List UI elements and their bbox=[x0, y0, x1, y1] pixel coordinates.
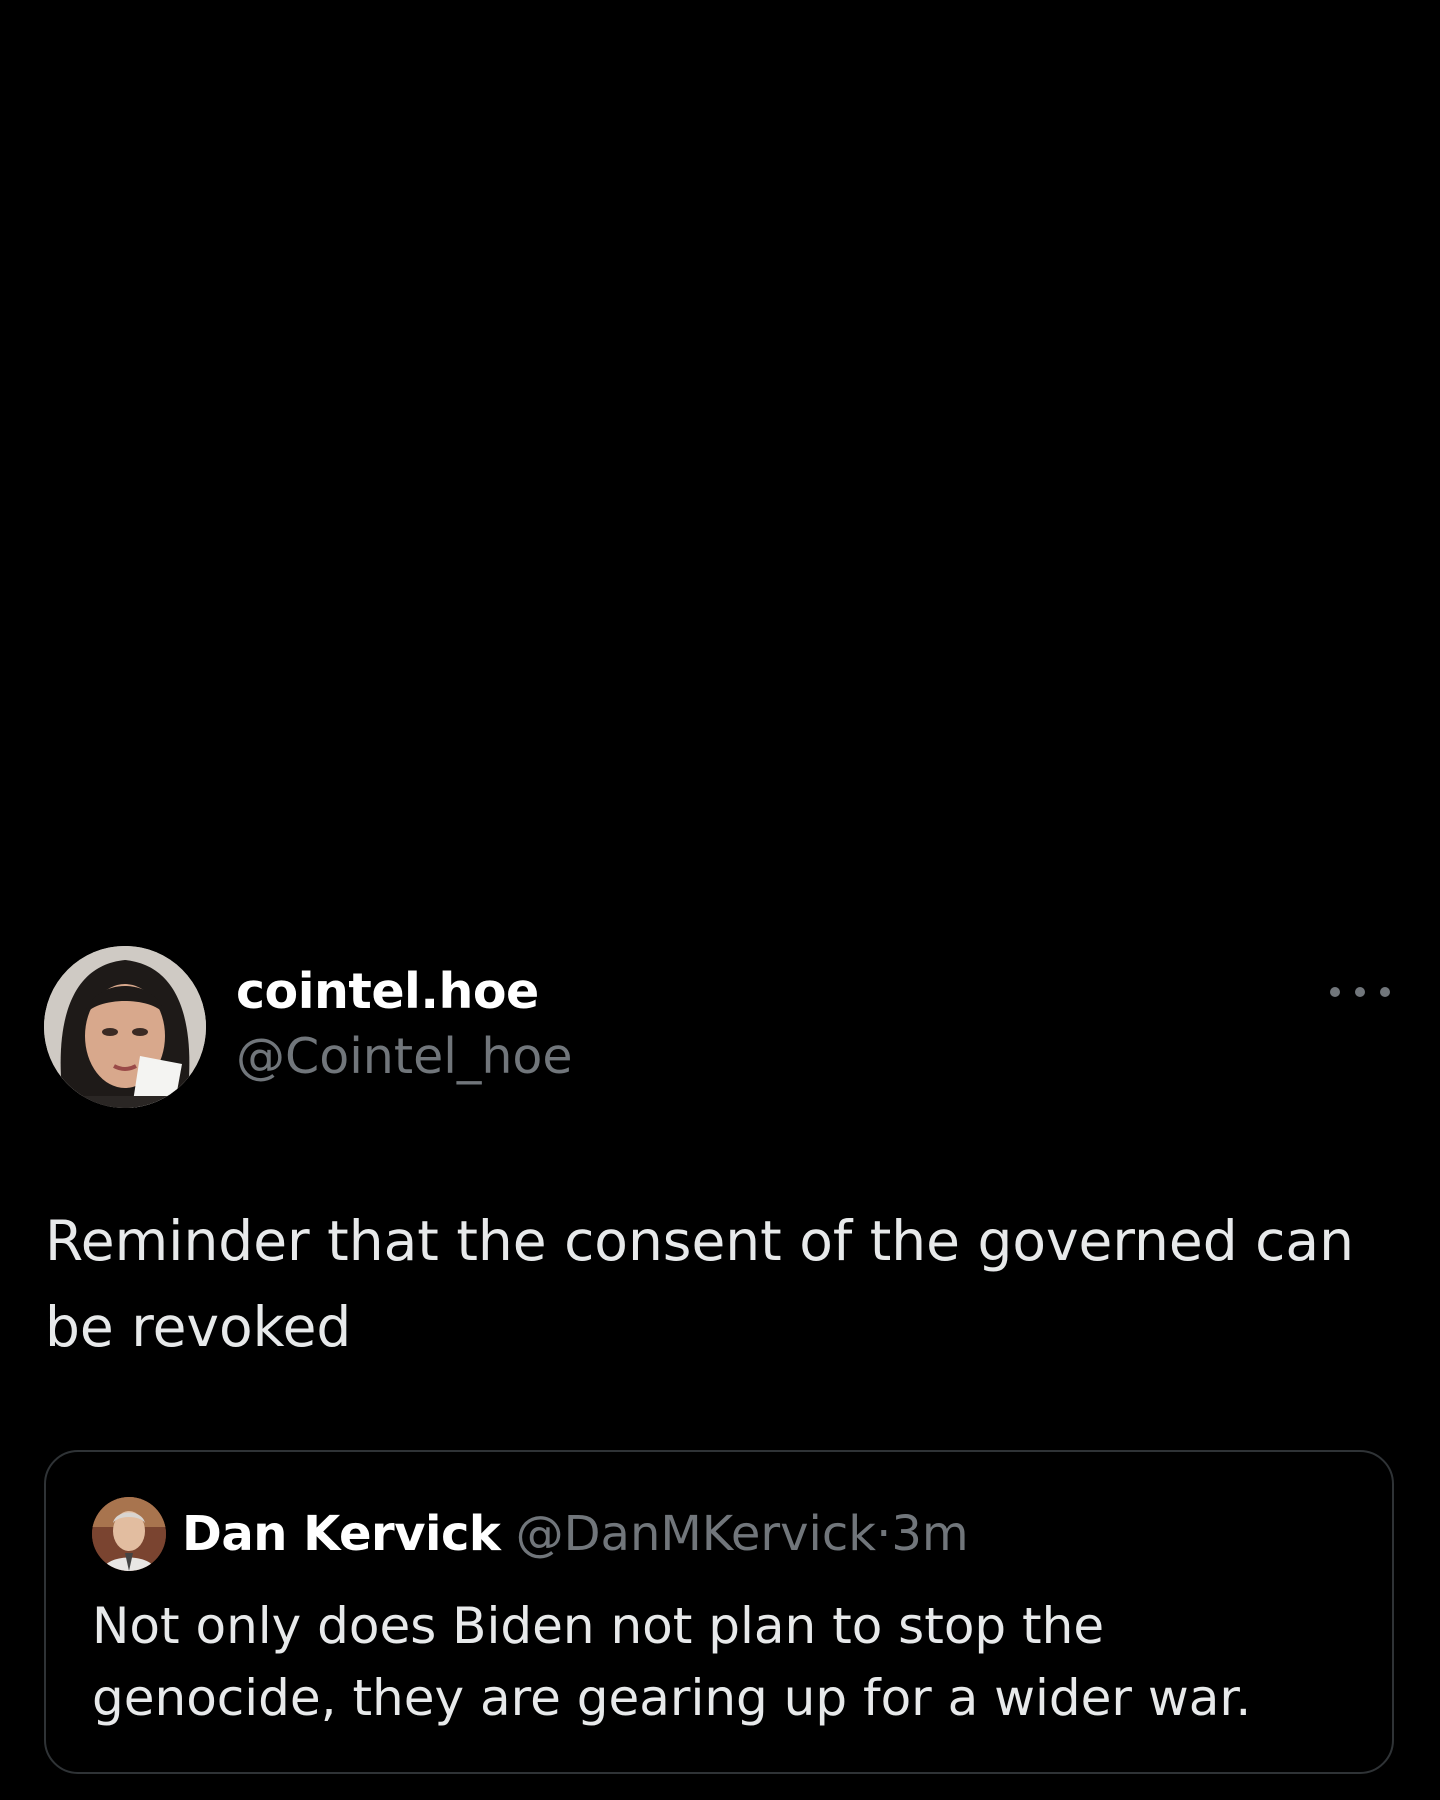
separator-dot: · bbox=[876, 1506, 892, 1562]
more-dot bbox=[1330, 987, 1340, 997]
quoted-post-text: Not only does Biden not plan to stop the… bbox=[92, 1597, 1252, 1727]
post-text: Reminder that the consent of the governe… bbox=[45, 1209, 1354, 1359]
quoted-post-timestamp[interactable]: 3m bbox=[891, 1506, 968, 1562]
author-avatar[interactable] bbox=[44, 946, 206, 1108]
author-handle[interactable]: @Cointel_hoe bbox=[236, 1028, 573, 1085]
post: cointel.hoe @Cointel_hoe Reminder that t… bbox=[0, 0, 1440, 1800]
quoted-post-card[interactable]: Dan Kervick @DanMKervick·3m Not only doe… bbox=[44, 1450, 1394, 1774]
more-dot bbox=[1380, 987, 1390, 997]
quoted-author-display-name[interactable]: Dan Kervick bbox=[182, 1506, 501, 1562]
quoted-author-handle[interactable]: @DanMKervick bbox=[516, 1506, 877, 1562]
quoted-author-avatar-image bbox=[92, 1497, 166, 1571]
quoted-post-header: Dan Kervick @DanMKervick·3m bbox=[182, 1504, 969, 1564]
more-options-icon[interactable] bbox=[1330, 972, 1390, 1012]
author-display-name[interactable]: cointel.hoe bbox=[236, 963, 539, 1020]
quoted-author-avatar[interactable] bbox=[92, 1497, 166, 1571]
more-dot bbox=[1355, 987, 1365, 997]
author-avatar-image bbox=[44, 946, 206, 1108]
